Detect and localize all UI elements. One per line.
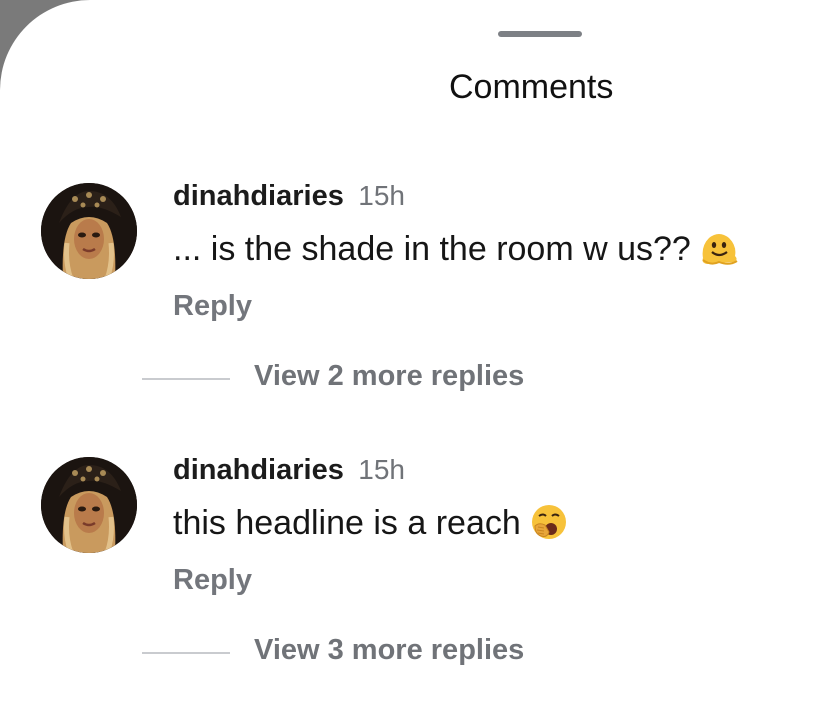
yawning-face-emoji-icon xyxy=(531,505,566,540)
comment-timestamp: 15h xyxy=(358,180,405,211)
avatar[interactable] xyxy=(41,457,137,553)
comments-sheet: Comments dinahdiaries 15h ... is the sha… xyxy=(0,0,829,712)
comment-body: this headline is a reach xyxy=(173,504,569,545)
sheet-grab-handle[interactable] xyxy=(498,31,582,37)
view-more-replies-label[interactable]: View 2 more replies xyxy=(254,360,524,393)
sheet-title: Comments xyxy=(449,68,614,106)
reply-button[interactable]: Reply xyxy=(173,564,252,597)
avatar-image xyxy=(41,457,137,553)
view-more-replies-label[interactable]: View 3 more replies xyxy=(254,634,524,667)
thread-divider-line xyxy=(142,378,230,380)
thread-divider-line xyxy=(142,652,230,654)
avatar-image xyxy=(41,183,137,279)
reply-button[interactable]: Reply xyxy=(173,290,252,323)
melting-face-emoji-icon xyxy=(702,234,738,265)
comment-text: ... is the shade in the room w us?? xyxy=(173,230,691,268)
comment-timestamp: 15h xyxy=(358,454,405,485)
avatar[interactable] xyxy=(41,183,137,279)
comment-username[interactable]: dinahdiaries xyxy=(173,180,344,212)
comment-header: dinahdiaries 15h xyxy=(173,454,405,487)
comment-text: this headline is a reach xyxy=(173,504,521,542)
comment-body: ... is the shade in the room w us?? xyxy=(173,230,739,271)
sheet-header: Comments xyxy=(0,68,829,112)
comment-username[interactable]: dinahdiaries xyxy=(173,454,344,486)
comment-header: dinahdiaries 15h xyxy=(173,180,405,213)
